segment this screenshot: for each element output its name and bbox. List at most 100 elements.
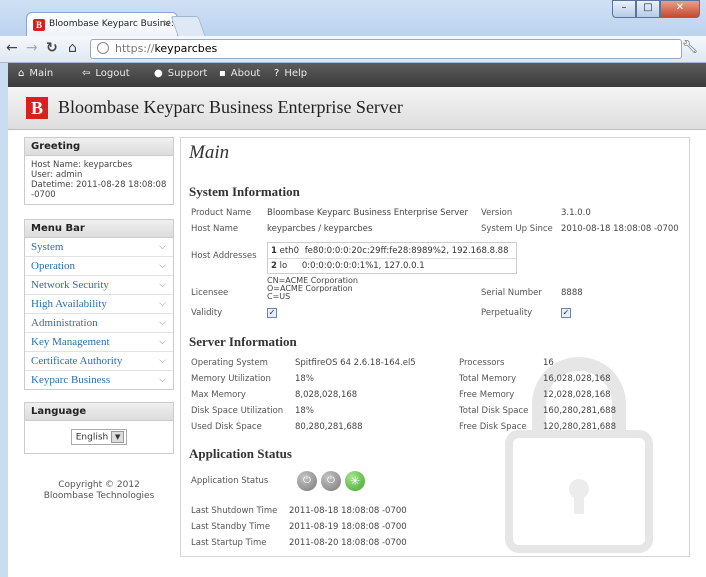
greeting-heading: Greeting xyxy=(25,138,173,156)
last-standby-value: 2011-08-19 18:08:08 -0700 xyxy=(289,522,407,532)
disk-util-label: Disk Space Utilization xyxy=(191,406,284,416)
host-addresses-table: 1 eth0 fe80:0:0:0:20c:29ff:fe28:8989%2, … xyxy=(267,242,517,274)
standby-button[interactable]: ⏻ xyxy=(321,471,341,491)
max-mem-label: Max Memory xyxy=(191,390,246,400)
sidebar-item-network-security[interactable]: Network Security ⌵ xyxy=(25,276,173,295)
shutdown-button[interactable]: ⏻ xyxy=(297,471,317,491)
nav-about[interactable]: ▪ About xyxy=(219,68,260,79)
nav-help[interactable]: ? Help xyxy=(274,68,307,79)
used-disk-value: 80,280,281,688 xyxy=(295,422,363,432)
processors-label: Processors xyxy=(459,358,505,368)
version-label: Version xyxy=(481,208,513,218)
logout-icon: ⇦ xyxy=(82,68,91,79)
os-value: SpitfireOS 64 2.6.18-164.el5 xyxy=(295,358,416,368)
maximize-button[interactable]: □ xyxy=(636,0,660,18)
browser-toolbar: ← → ↻ ⌂ https://keyparcbes 🔧︎ xyxy=(0,36,706,63)
wrench-menu-icon[interactable]: 🔧︎ xyxy=(681,40,698,55)
language-select[interactable]: English ▼ xyxy=(70,429,128,445)
sidebar-item-high-availability[interactable]: High Availability ⌵ xyxy=(25,295,173,314)
chevron-down-icon: ⌵ xyxy=(159,337,166,347)
reload-icon[interactable]: ↻ xyxy=(46,40,58,56)
total-disk-label: Total Disk Space xyxy=(459,406,529,416)
window-controls: – □ ✕ xyxy=(612,0,700,18)
back-arrow-icon[interactable]: ← xyxy=(6,40,18,56)
host-addresses-label: Host Addresses xyxy=(191,251,257,261)
licensee-label: Licensee xyxy=(191,288,229,298)
chevron-down-icon: ⌵ xyxy=(159,242,166,252)
host-name-value: keyparcbes / keyparcbes xyxy=(267,224,373,234)
copyright: Copyright © 2012 Bloombase Technologies xyxy=(43,480,155,501)
tab-title: Bloombase Keyparc Busine: xyxy=(49,19,174,29)
menu-bar-heading: Menu Bar xyxy=(25,220,173,238)
free-disk-label: Free Disk Space xyxy=(459,422,527,432)
disk-util-value: 18% xyxy=(295,406,314,416)
sidebar-item-certificate-authority[interactable]: Certificate Authority ⌵ xyxy=(25,352,173,371)
tab-close-icon[interactable]: × xyxy=(163,18,171,29)
sidebar-item-administration[interactable]: Administration ⌵ xyxy=(25,314,173,333)
sidebar-item-key-management[interactable]: Key Management ⌵ xyxy=(25,333,173,352)
table-row: 2 lo 0:0:0:0:0:0:0:1%1, 127.0.0.1 xyxy=(271,261,425,271)
sidebar-item-system[interactable]: System ⌵ xyxy=(25,238,173,257)
chevron-down-icon: ⌵ xyxy=(159,375,166,385)
system-up-since-label: System Up Since xyxy=(481,224,553,234)
app-title: Bloombase Keyparc Business Enterprise Se… xyxy=(58,97,403,117)
app-banner: B Bloombase Keyparc Business Enterprise … xyxy=(8,87,706,130)
os-label: Operating System xyxy=(191,358,268,368)
dropdown-arrow-icon: ▼ xyxy=(111,431,125,443)
nav-support[interactable]: ● Support xyxy=(154,68,207,79)
home-icon: ⌂ xyxy=(18,68,25,79)
greeting-datetime: Datetime: 2011-08-28 18:08:08 -0700 xyxy=(31,180,167,200)
browser-tab[interactable]: B Bloombase Keyparc Busine: × xyxy=(26,12,178,37)
nav-logout[interactable]: ⇦ Logout xyxy=(82,68,130,79)
used-disk-label: Used Disk Space xyxy=(191,422,262,432)
bloombase-logo-icon: B xyxy=(26,97,48,119)
address-bar[interactable]: https://keyparcbes xyxy=(90,39,682,59)
sidebar-item-operation[interactable]: Operation ⌵ xyxy=(25,257,173,276)
power-icon: ⏻ xyxy=(327,475,335,486)
main-panel: Main System Information Product Name Blo… xyxy=(180,137,690,557)
serial-number-label: Serial Number xyxy=(481,288,542,298)
product-name-value: Bloombase Keyparc Business Enterprise Se… xyxy=(267,208,469,218)
site-info-icon[interactable] xyxy=(97,42,109,54)
new-tab-button[interactable] xyxy=(170,16,206,36)
web-page: ⌂ Main ⇦ Logout ● Support ▪ About ? Help B Bl… xyxy=(8,63,706,577)
minimize-button[interactable]: – xyxy=(612,0,636,18)
about-icon: ▪ xyxy=(219,68,226,79)
home-icon[interactable]: ⌂ xyxy=(68,40,77,56)
version-value: 3.1.0.0 xyxy=(561,208,591,218)
perpetuality-label: Perpetuality xyxy=(481,308,533,318)
power-icon: ⏻ xyxy=(303,475,311,486)
validity-label: Validity xyxy=(191,308,223,318)
nav-main[interactable]: ⌂ Main xyxy=(18,68,53,79)
sidebar-item-keyparc-business[interactable]: Keyparc Business ⌵ xyxy=(25,371,173,389)
last-shutdown-label: Last Shutdown Time xyxy=(191,506,278,516)
menu-bar-box: Menu Bar System ⌵ Operation ⌵ Network Secu… xyxy=(24,219,174,390)
host-name-label: Host Name xyxy=(191,224,239,234)
greeting-body: Host Name: keyparcbes User: admin Dateti… xyxy=(25,156,173,204)
free-disk-value: 120,280,281,688 xyxy=(543,422,617,432)
running-indicator-icon: ✳ xyxy=(349,474,361,488)
close-window-button[interactable]: ✕ xyxy=(660,0,700,18)
app-status-heading: Application Status xyxy=(189,446,292,461)
last-shutdown-value: 2011-08-18 18:08:08 -0700 xyxy=(289,506,407,516)
greeting-user: User: admin xyxy=(31,170,83,180)
system-up-since-value: 2010-08-18 18:08:08 -0700 xyxy=(561,224,679,234)
validity-checkbox[interactable]: ✓ xyxy=(267,308,277,318)
chevron-down-icon: ⌵ xyxy=(159,261,166,271)
free-mem-value: 12,028,028,168 xyxy=(543,390,611,400)
forward-arrow-icon[interactable]: → xyxy=(26,40,38,56)
greeting-box: Greeting Host Name: keyparcbes User: adm… xyxy=(24,137,174,205)
language-body: English ▼ xyxy=(25,421,173,453)
language-heading: Language xyxy=(25,403,173,421)
server-info-heading: Server Information xyxy=(189,334,297,349)
last-startup-label: Last Startup Time xyxy=(191,538,267,548)
app-nav-bar: ⌂ Main ⇦ Logout ● Support ▪ About ? Help xyxy=(8,63,706,87)
perpetuality-checkbox[interactable]: ✓ xyxy=(561,308,571,318)
support-icon: ● xyxy=(154,68,163,79)
help-icon: ? xyxy=(274,68,280,79)
system-info-heading: System Information xyxy=(189,184,300,199)
page-title: Main xyxy=(189,142,230,163)
serial-number-value: 8888 xyxy=(561,288,583,298)
startup-button[interactable]: ✳ xyxy=(345,471,365,491)
browser-titlebar: B Bloombase Keyparc Busine: × – □ ✕ xyxy=(0,0,706,37)
